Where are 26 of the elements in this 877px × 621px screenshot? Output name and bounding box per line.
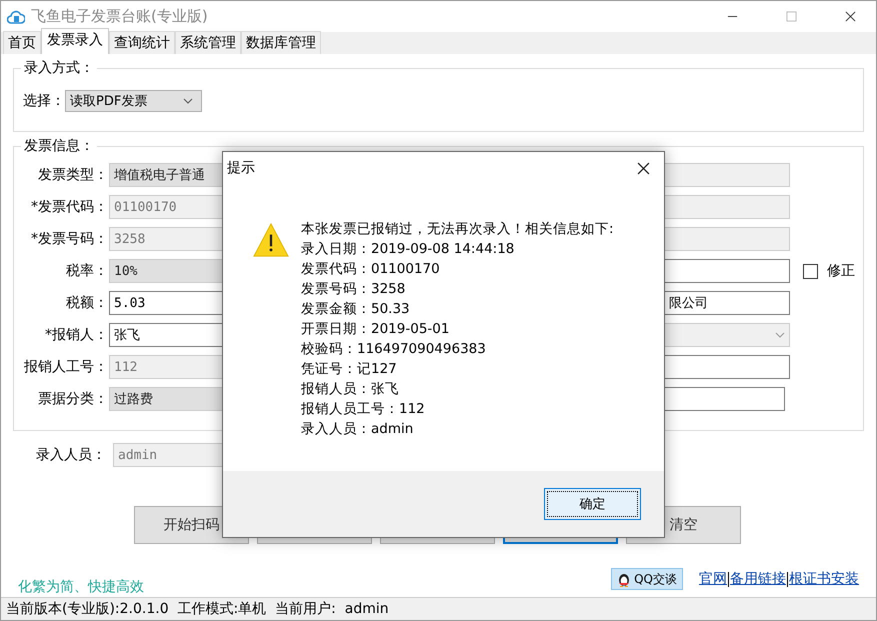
checkbox-label: 修正	[827, 262, 855, 280]
message-line: 发票金额：50.33	[301, 300, 411, 319]
message-line: 凭证号：记127	[301, 360, 398, 379]
message-line: 报销人员：张飞	[301, 380, 400, 399]
message-line: 开票日期：2019-05-01	[301, 320, 450, 339]
message-line: 发票号码：3258	[301, 280, 406, 299]
field-label: 税额：	[65, 294, 109, 312]
message-line: 录入日期：2019-09-08 14:44:18	[301, 240, 516, 259]
message-line: 本张发票已报销过，无法再次录入！相关信息如下:	[301, 220, 614, 239]
field-label: *发票代码：	[30, 198, 109, 216]
field-label: 税率：	[65, 262, 109, 280]
message-line: 录入人员：admin	[301, 420, 414, 439]
field-label: 发票类型：	[37, 166, 109, 184]
field-label: 票据分类：	[37, 390, 109, 408]
group-legend: 录入方式：	[21, 59, 97, 77]
message-line: 发票代码：01100170	[301, 260, 441, 279]
field-label: 录入人员：	[35, 446, 107, 464]
field-label: *报销人：	[44, 326, 109, 344]
group-legend: 发票信息：	[21, 137, 97, 155]
message-line: 校验码：116497090496383	[301, 340, 487, 359]
field-label: *发票号码：	[30, 230, 109, 248]
window-title: 飞鱼电子发票台账(专业版)	[31, 7, 208, 26]
message-line: 报销人员工号：112	[301, 400, 426, 419]
field-label: 选择：	[23, 92, 65, 110]
field-label: 报销人工号：	[23, 358, 109, 376]
slogan: 化繁为简、快捷高效	[18, 578, 144, 596]
